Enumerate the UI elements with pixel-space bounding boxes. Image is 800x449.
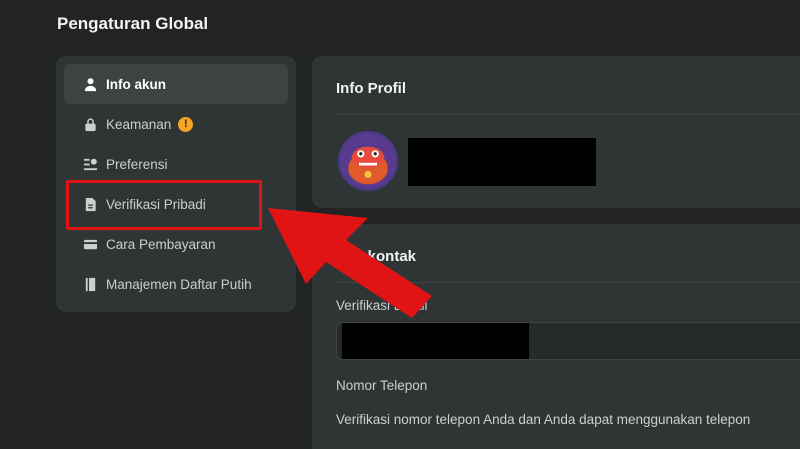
phone-label: Nomor Telepon — [336, 378, 428, 393]
contact-card: Info kontak Verifikasi Email Nomor Telep… — [312, 224, 800, 449]
sidebar-item-label: Info akun — [106, 76, 166, 92]
warning-badge: ! — [178, 116, 194, 132]
document-icon — [82, 196, 98, 212]
redacted-username — [408, 138, 596, 186]
sidebar-item-verifikasi-pribadi[interactable]: Verifikasi Pribadi — [64, 184, 288, 224]
sidebar-item-label: Preferensi — [106, 156, 168, 172]
email-label: Verifikasi Email — [336, 298, 428, 313]
sidebar-item-info-akun[interactable]: Info akun — [64, 64, 288, 104]
redacted-email — [342, 323, 529, 359]
phone-description: Verifikasi nomor telepon Anda dan Anda d… — [336, 412, 751, 427]
lock-icon — [82, 116, 98, 132]
sidebar-item-label: Verifikasi Pribadi — [106, 196, 206, 212]
sidebar-item-label: Keamanan — [106, 116, 172, 132]
preferences-icon — [82, 156, 98, 172]
page-title: Pengaturan Global — [57, 14, 209, 33]
sidebar-item-manajemen-daftar-putih[interactable]: Manajemen Daftar Putih — [64, 264, 288, 304]
sidebar-item-label: Cara Pembayaran — [106, 236, 216, 252]
settings-sidebar: Info akun Keamanan ! Preferensi Verifika… — [56, 56, 296, 312]
user-icon — [82, 76, 98, 92]
profile-divider — [336, 114, 800, 115]
email-field[interactable] — [336, 322, 800, 360]
sidebar-item-preferensi[interactable]: Preferensi — [64, 144, 288, 184]
profile-title: Info Profil — [336, 80, 406, 97]
sidebar-item-cara-pembayaran[interactable]: Cara Pembayaran — [64, 224, 288, 264]
book-icon — [82, 276, 98, 292]
avatar[interactable] — [338, 131, 398, 191]
sidebar-item-keamanan[interactable]: Keamanan ! — [64, 104, 288, 144]
profile-card: Info Profil — [312, 56, 800, 208]
sidebar-item-label: Manajemen Daftar Putih — [106, 276, 252, 292]
contact-title: Info kontak — [336, 248, 417, 265]
contact-divider — [336, 282, 800, 283]
card-icon — [82, 236, 98, 252]
